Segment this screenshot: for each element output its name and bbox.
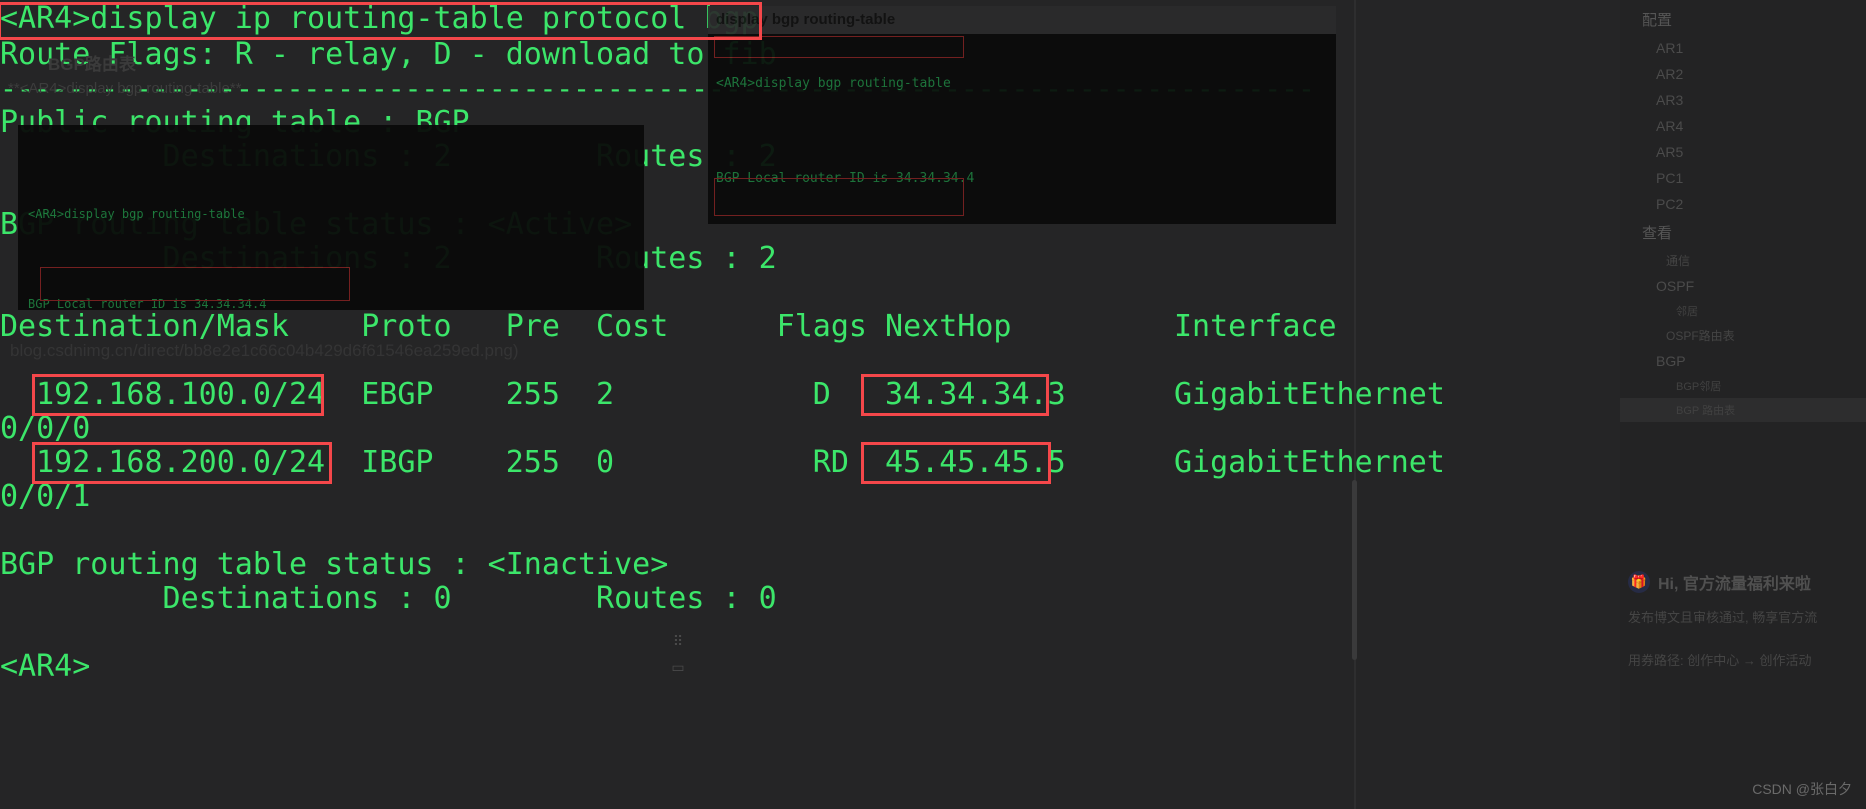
ghost-top-route-box bbox=[714, 178, 964, 216]
promo-title-row: 🎁 Hi, 官方流量福利来啦 bbox=[1628, 570, 1866, 594]
toc-item-ar5[interactable]: AR5 bbox=[1620, 139, 1866, 165]
ghost-top-line-0: <AR4>display bgp routing-table bbox=[716, 76, 951, 91]
toc-sidebar: 配置 AR1 AR2 AR3 AR4 AR5 PC1 PC2 查看 通信 OSP… bbox=[1620, 0, 1866, 809]
toc-item-pc1[interactable]: PC1 bbox=[1620, 165, 1866, 191]
terminal-line-table-header: Destination/Mask Proto Pre Cost Flags Ne… bbox=[0, 309, 1337, 344]
toc-item-ar3[interactable]: AR3 bbox=[1620, 87, 1866, 113]
ghost-markdown-title: **<AR4>display bgp routing-table** bbox=[8, 80, 242, 97]
toc-item-ospf-route[interactable]: OSPF路由表 bbox=[1620, 323, 1866, 348]
promo-title-text: Hi, 官方流量福利来啦 bbox=[1658, 576, 1811, 593]
terminal-line-status-inactive: BGP routing table status : <Inactive> bbox=[0, 547, 669, 582]
terminal-row-2-iface-cont: 0/0/1 bbox=[0, 479, 91, 514]
page-root: <AR4>display ip routing-table protocol b… bbox=[0, 0, 1866, 809]
terminal-row-2: 192.168.200.0/24 IBGP 255 0 RD 45.45.45.… bbox=[0, 445, 1445, 480]
ghost-panel-left: <AR4>display bgp routing-table BGP Local… bbox=[18, 125, 644, 310]
terminal-line-prompt: <AR4> bbox=[0, 649, 91, 684]
toc-item-bgp-neighbor[interactable]: BGP邻居 bbox=[1620, 374, 1866, 398]
ghost-top-command-box bbox=[714, 36, 964, 58]
gutter-icons: ⠿ ▭ bbox=[668, 628, 688, 680]
toc-item-ospf-neighbor[interactable]: 邻居 bbox=[1620, 299, 1866, 323]
terminal-row-1-iface-cont: 0/0/0 bbox=[0, 411, 91, 446]
gift-icon: 🎁 bbox=[1628, 571, 1650, 593]
toc-item-pc2[interactable]: PC2 bbox=[1620, 191, 1866, 217]
csdn-watermark: CSDN @张白夕 bbox=[1752, 781, 1852, 797]
toc-section-view[interactable]: 查看 bbox=[1620, 217, 1866, 248]
toc-item-ar2[interactable]: AR2 bbox=[1620, 61, 1866, 87]
toc-item-ar4[interactable]: AR4 bbox=[1620, 113, 1866, 139]
ghost-image-url: blog.csdnimg.cn/direct/bb8e2e1c66c04b429… bbox=[10, 341, 519, 360]
ghost-panel-top: display bgp routing-table <AR4>display b… bbox=[708, 6, 1336, 224]
terminal-row-1: 192.168.100.0/24 EBGP 255 2 D 34.34.34.3… bbox=[0, 377, 1445, 412]
toc-item-bgp-route[interactable]: BGP 路由表 bbox=[1620, 398, 1866, 422]
monitor-icon[interactable]: ▭ bbox=[668, 654, 688, 680]
apps-grid-icon[interactable]: ⠿ bbox=[668, 628, 688, 654]
ghost-panel-title: display bgp routing-table bbox=[708, 6, 1336, 34]
promo-card[interactable]: 🎁 Hi, 官方流量福利来啦 发布博文且审核通过, 畅享官方流 用券路径: 创作… bbox=[1628, 570, 1866, 669]
terminal-line-command: <AR4>display ip routing-table protocol b… bbox=[0, 1, 759, 36]
ghost-left-line-0: <AR4>display bgp routing-table bbox=[28, 207, 245, 221]
toc-item-bgp[interactable]: BGP bbox=[1620, 348, 1866, 374]
promo-path: 用券路径: 创作中心 → 创作活动 bbox=[1628, 653, 1812, 668]
ghost-heading-bgp: BGP路由表 bbox=[48, 55, 136, 74]
content-divider bbox=[1354, 0, 1356, 809]
toc-section-config[interactable]: 配置 bbox=[1620, 4, 1866, 35]
toc-item-ospf[interactable]: OSPF bbox=[1620, 273, 1866, 299]
promo-subtitle: 发布博文且审核通过, 畅享官方流 bbox=[1628, 610, 1818, 625]
terminal-line-dest-routes-3: Destinations : 0 Routes : 0 bbox=[0, 581, 777, 616]
toc-item-ar1[interactable]: AR1 bbox=[1620, 35, 1866, 61]
ghost-left-route-box bbox=[40, 267, 350, 301]
page-scrollbar-thumb[interactable] bbox=[1352, 480, 1357, 660]
toc-item-comm[interactable]: 通信 bbox=[1620, 248, 1866, 273]
